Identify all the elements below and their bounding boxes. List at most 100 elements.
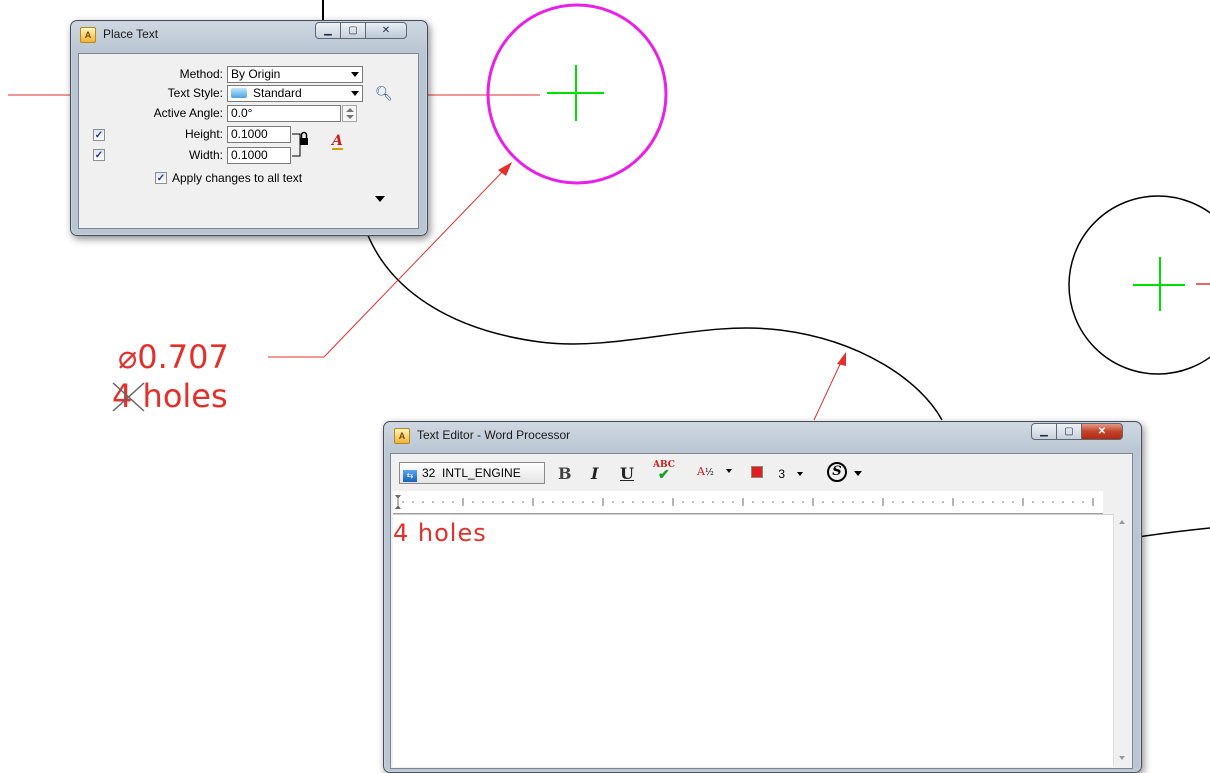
maximize-button[interactable]: ▢	[340, 22, 366, 39]
method-select[interactable]: By Origin	[227, 66, 363, 83]
ruler-tick	[972, 501, 974, 503]
height-label: Height:	[184, 127, 223, 141]
ruler-tick	[642, 501, 644, 503]
active-angle-input[interactable]: 0.0°	[227, 105, 341, 122]
ruler-tick	[522, 501, 524, 503]
text-editor-titlebar[interactable]: A Text Editor - Word Processor ▁ ▢ ✕	[384, 422, 1141, 448]
ruler-tick	[852, 501, 854, 503]
color-button[interactable]: 3	[751, 466, 804, 481]
italic-button[interactable]: I	[591, 464, 598, 483]
active-angle-label: Active Angle:	[153, 106, 223, 120]
apply-all-label: Apply changes to all text	[172, 171, 303, 185]
ruler-tick	[912, 501, 914, 503]
place-text-body: Method: By Origin Text Style: Standard 🔍…	[78, 53, 419, 229]
chevron-down-icon	[726, 469, 733, 473]
ruler-tick	[942, 501, 944, 503]
ruler-tick	[922, 501, 924, 503]
bold-button[interactable]: B	[558, 464, 572, 483]
color-swatch-icon	[751, 466, 763, 478]
maximize-icon: ▢	[1064, 426, 1074, 437]
text-style-icon	[231, 88, 247, 98]
ruler-ticks	[395, 495, 1094, 509]
ruler-tick	[542, 501, 544, 503]
chevron-down-icon[interactable]	[854, 471, 862, 476]
ruler-tick	[752, 501, 754, 503]
magnifier-icon[interactable]: 🔍︎	[375, 85, 393, 102]
expand-arrow-icon[interactable]	[375, 196, 385, 202]
dialog-title: Place Text	[103, 27, 159, 41]
angle-spinner[interactable]	[342, 105, 357, 122]
symbol-button[interactable]: S	[827, 462, 847, 482]
ruler-tick	[802, 501, 804, 503]
width-checkbox[interactable]: ✓	[93, 149, 105, 161]
ruler-tick	[412, 501, 414, 503]
place-text-titlebar[interactable]: A Place Text ▁ ▢ ✕	[71, 21, 427, 47]
text-editor-body: ⇆ 32 INTL_ENGINE B I U ABC ✔ A½ 3 S 4 ho…	[390, 453, 1133, 769]
vertical-scrollbar[interactable]	[1113, 514, 1131, 766]
text-attributes-icon[interactable]: A	[332, 134, 343, 150]
ruler-tick	[772, 501, 774, 503]
ruler[interactable]	[393, 491, 1103, 514]
minimize-icon: ▁	[324, 25, 332, 36]
place-text-dialog: A Place Text ▁ ▢ ✕ Method: By Origin Tex…	[70, 20, 428, 236]
ruler-tick	[632, 501, 634, 503]
editor-title: Text Editor - Word Processor	[417, 428, 571, 442]
width-input[interactable]: 0.1000	[227, 147, 291, 164]
ruler-tick	[982, 501, 984, 503]
ruler-tick	[572, 501, 574, 503]
text-area[interactable]: 4 holes	[393, 514, 1113, 767]
font-icon: ⇆	[403, 470, 417, 482]
ruler-tick	[832, 501, 834, 503]
ruler-tick	[652, 501, 654, 503]
ruler-tick	[932, 501, 934, 503]
close-button[interactable]: ✕	[365, 22, 407, 39]
checkmark-icon: ✔	[658, 467, 670, 483]
close-button[interactable]: ✕	[1081, 423, 1123, 440]
text-content[interactable]: 4 holes	[393, 519, 487, 547]
ruler-tick	[1072, 501, 1074, 503]
ruler-tick	[512, 501, 514, 503]
text-style-select[interactable]: Standard	[227, 85, 363, 102]
lock-icon[interactable]	[292, 128, 312, 162]
ruler-tick	[1052, 501, 1054, 503]
ruler-tick	[862, 501, 864, 503]
scroll-up-icon[interactable]	[1119, 520, 1125, 524]
ruler-tick	[712, 501, 714, 503]
ruler-tick	[662, 501, 664, 503]
ruler-tick	[682, 501, 684, 503]
text-style-label: Text Style:	[167, 86, 223, 100]
ruler-tick	[482, 501, 484, 503]
black-arc-curve[interactable]	[366, 232, 943, 421]
font-select[interactable]: ⇆ 32 INTL_ENGINE	[399, 462, 545, 484]
spell-check-button[interactable]: ABC ✔	[653, 460, 675, 483]
ruler-tick	[792, 501, 794, 503]
ruler-tick	[842, 501, 844, 503]
underline-button[interactable]: U	[620, 464, 634, 483]
width-label: Width:	[188, 148, 223, 162]
minimize-button[interactable]: ▁	[315, 22, 341, 39]
text-editor-window: A Text Editor - Word Processor ▁ ▢ ✕ ⇆ 32…	[383, 421, 1142, 773]
black-curve-right	[1137, 527, 1210, 538]
maximize-icon: ▢	[348, 25, 358, 36]
close-icon: ✕	[381, 25, 391, 36]
apply-all-checkbox[interactable]: ✓	[155, 172, 167, 184]
minimize-icon: ▁	[1040, 426, 1048, 437]
maximize-button[interactable]: ▢	[1056, 423, 1082, 440]
height-input[interactable]: 0.1000	[227, 126, 291, 143]
ruler-tick	[1002, 501, 1004, 503]
close-icon: ✕	[1097, 426, 1107, 437]
scroll-down-icon[interactable]	[1119, 756, 1125, 760]
leader-arrowhead-2	[837, 352, 846, 366]
app-icon: A	[394, 428, 410, 444]
ruler-tick	[502, 501, 504, 503]
leader-line-2	[813, 359, 843, 421]
ruler-tick	[722, 501, 724, 503]
stacked-fraction-button[interactable]: A½	[697, 465, 733, 478]
height-checkbox[interactable]: ✓	[93, 129, 105, 141]
dimension-text[interactable]: ⌀0.707	[118, 338, 229, 376]
ruler-tick	[402, 501, 404, 503]
ruler-tick	[472, 501, 474, 503]
ruler-tick	[762, 501, 764, 503]
minimize-button[interactable]: ▁	[1031, 423, 1057, 440]
ruler-tick	[782, 501, 784, 503]
